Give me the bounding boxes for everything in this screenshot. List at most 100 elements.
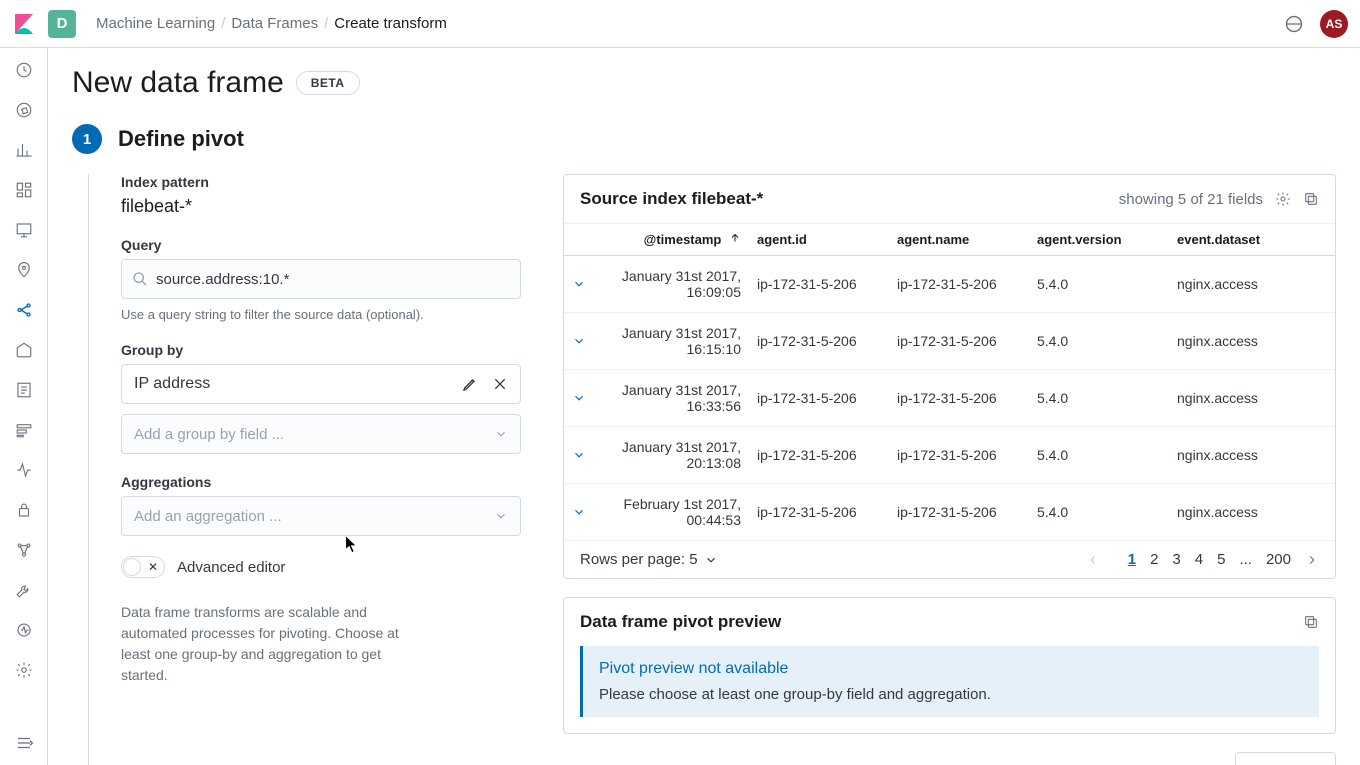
nav-uptime-icon[interactable]	[14, 460, 34, 480]
advanced-editor-toggle[interactable]: ✕	[121, 556, 165, 578]
page-number[interactable]: 200	[1266, 551, 1291, 568]
edit-icon[interactable]	[462, 376, 478, 392]
table-row: January 31st 2017, 20:13:08 ip-172-31-5-…	[564, 427, 1335, 484]
expand-row-icon[interactable]	[572, 391, 586, 405]
cell-timestamp: January 31st 2017, 20:13:08	[604, 427, 749, 484]
cell-dataset: nginx.access	[1169, 427, 1335, 484]
source-panel-title: Source index filebeat-*	[580, 189, 763, 209]
expand-row-icon[interactable]	[572, 505, 586, 519]
next-button[interactable]: Next	[1235, 752, 1336, 765]
nav-recent-icon[interactable]	[14, 60, 34, 80]
copy-icon[interactable]	[1303, 191, 1319, 207]
cell-agent-id: ip-172-31-5-206	[749, 256, 889, 313]
nav-canvas-icon[interactable]	[14, 220, 34, 240]
col-agent-name[interactable]: agent.name	[889, 224, 1029, 256]
pivot-preview-panel: Data frame pivot preview Pivot preview n…	[563, 597, 1336, 734]
nav-management-icon[interactable]	[14, 660, 34, 680]
page-number[interactable]: 4	[1195, 551, 1203, 568]
cell-dataset: nginx.access	[1169, 370, 1335, 427]
nav-discover-icon[interactable]	[14, 100, 34, 120]
query-input[interactable]	[156, 271, 510, 288]
sort-asc-icon	[729, 232, 741, 244]
cell-timestamp: January 31st 2017, 16:33:56	[604, 370, 749, 427]
group-by-add-combo[interactable]: Add a group by field ...	[121, 414, 521, 454]
page-next-icon[interactable]	[1305, 553, 1319, 567]
col-agent-version[interactable]: agent.version	[1029, 224, 1169, 256]
cell-version: 5.4.0	[1029, 256, 1169, 313]
aggregations-label: Aggregations	[121, 474, 521, 490]
page-prev-icon[interactable]	[1086, 553, 1100, 567]
cell-version: 5.4.0	[1029, 484, 1169, 541]
col-timestamp[interactable]: @timestamp	[604, 224, 749, 256]
nav-maps-icon[interactable]	[14, 260, 34, 280]
switch-off-icon: ✕	[148, 560, 158, 574]
index-pattern-label: Index pattern	[121, 174, 521, 190]
breadcrumb-ml[interactable]: Machine Learning	[96, 15, 215, 32]
cell-timestamp: January 31st 2017, 16:09:05	[604, 256, 749, 313]
search-icon	[132, 271, 148, 287]
aggregation-add-combo[interactable]: Add an aggregation ...	[121, 496, 521, 536]
group-by-item-label: IP address	[134, 375, 462, 393]
nav-ml-icon[interactable]	[14, 300, 34, 320]
group-by-chip: IP address	[121, 364, 521, 404]
table-row: January 31st 2017, 16:15:10 ip-172-31-5-…	[564, 313, 1335, 370]
avatar[interactable]: AS	[1320, 10, 1348, 38]
expand-row-icon[interactable]	[572, 448, 586, 462]
gear-icon[interactable]	[1275, 191, 1291, 207]
query-helper: Use a query string to filter the source …	[121, 307, 521, 322]
beta-badge: BETA	[296, 71, 360, 95]
nav-siem-icon[interactable]	[14, 500, 34, 520]
preview-callout: Pivot preview not available Please choos…	[580, 646, 1319, 717]
page-number[interactable]: 2	[1150, 551, 1158, 568]
nav-dashboard-icon[interactable]	[14, 180, 34, 200]
close-icon[interactable]	[492, 376, 508, 392]
cell-timestamp: February 1st 2017, 00:44:53	[604, 484, 749, 541]
query-input-wrapper[interactable]	[121, 259, 521, 299]
nav-collapse-icon[interactable]	[14, 733, 34, 753]
copy-icon[interactable]	[1303, 614, 1319, 630]
breadcrumb-create: Create transform	[334, 15, 447, 32]
col-agent-id[interactable]: agent.id	[749, 224, 889, 256]
source-index-panel: Source index filebeat-* showing 5 of 21 …	[563, 174, 1336, 579]
cell-dataset: nginx.access	[1169, 313, 1335, 370]
page-number[interactable]: 5	[1217, 551, 1225, 568]
rows-per-page[interactable]: Rows per page: 5	[580, 551, 718, 568]
cell-dataset: nginx.access	[1169, 484, 1335, 541]
nav-monitoring-icon[interactable]	[14, 620, 34, 640]
expand-row-icon[interactable]	[572, 277, 586, 291]
breadcrumb-sep: /	[221, 15, 225, 32]
page-number[interactable]: 3	[1172, 551, 1180, 568]
cell-version: 5.4.0	[1029, 313, 1169, 370]
nav-apm-icon[interactable]	[14, 420, 34, 440]
query-label: Query	[121, 237, 521, 253]
step-title: Define pivot	[118, 126, 244, 152]
cell-agent-name: ip-172-31-5-206	[889, 427, 1029, 484]
callout-body: Please choose at least one group-by fiel…	[599, 686, 1303, 703]
pager: 12345...200	[1086, 551, 1319, 568]
col-event-dataset[interactable]: event.dataset	[1169, 224, 1335, 256]
cell-agent-id: ip-172-31-5-206	[749, 427, 889, 484]
breadcrumb-dataframes[interactable]: Data Frames	[231, 15, 318, 32]
breadcrumb-sep: /	[324, 15, 328, 32]
nav-logs-icon[interactable]	[14, 380, 34, 400]
advanced-editor-label: Advanced editor	[177, 559, 285, 576]
nav-visualize-icon[interactable]	[14, 140, 34, 160]
nav-graph-icon[interactable]	[14, 540, 34, 560]
newsfeed-icon[interactable]	[1284, 14, 1304, 34]
group-by-placeholder: Add a group by field ...	[134, 426, 284, 443]
chevron-down-icon	[704, 553, 718, 567]
page-number[interactable]: 1	[1128, 551, 1136, 568]
expand-row-icon[interactable]	[572, 334, 586, 348]
nav-devtools-icon[interactable]	[14, 580, 34, 600]
page-title: New data frame	[72, 66, 284, 100]
nav-infrastructure-icon[interactable]	[14, 340, 34, 360]
cell-version: 5.4.0	[1029, 370, 1169, 427]
kibana-logo[interactable]	[12, 12, 36, 36]
space-selector[interactable]: D	[48, 10, 76, 38]
step-number-badge: 1	[72, 124, 102, 154]
switch-knob	[123, 558, 141, 576]
fields-showing-text: showing 5 of 21 fields	[1119, 191, 1263, 208]
cell-timestamp: January 31st 2017, 16:15:10	[604, 313, 749, 370]
left-nav	[0, 48, 48, 765]
breadcrumb: Machine Learning / Data Frames / Create …	[96, 15, 453, 32]
